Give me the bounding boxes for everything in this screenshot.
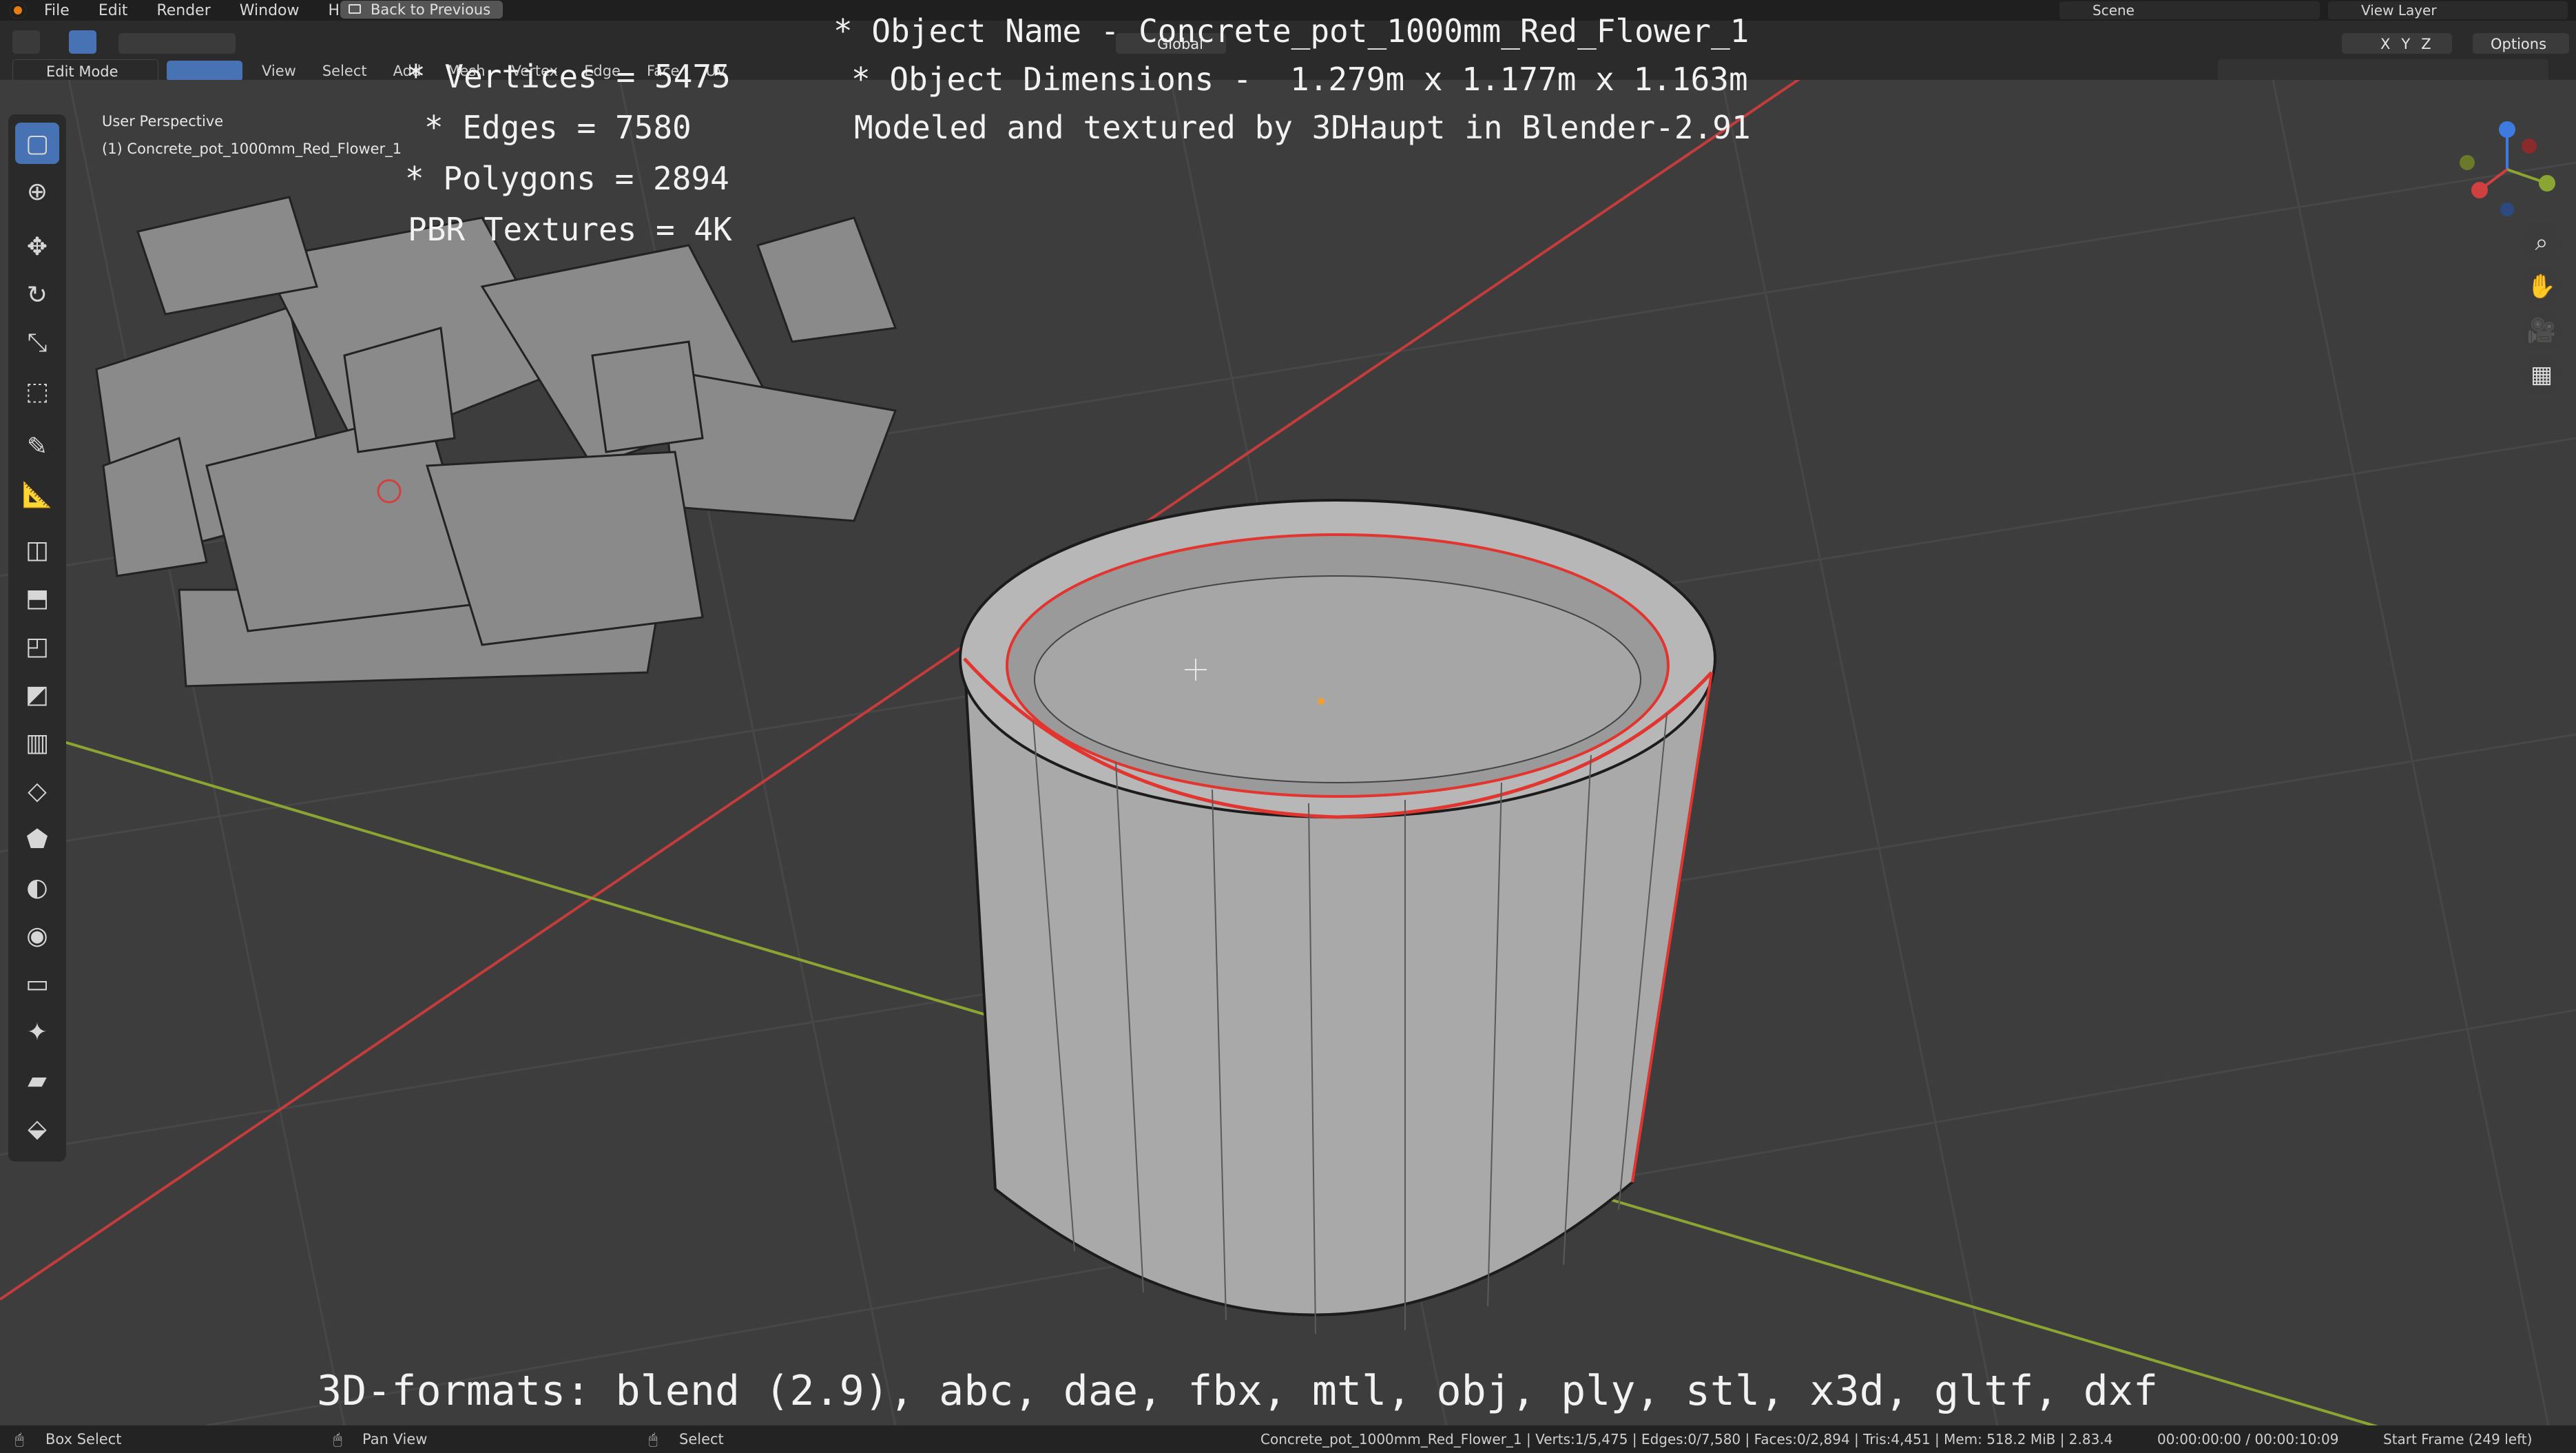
overlay-vertices: * Vertices = 5475	[406, 58, 731, 95]
knife-tool-icon[interactable]: ◇	[15, 770, 59, 812]
inset-tool-icon[interactable]: ◰	[15, 626, 59, 667]
status-select: Select	[679, 1431, 724, 1447]
ortho-grid-icon[interactable]: ▦	[2521, 354, 2562, 395]
navigation-gizmo[interactable]	[2452, 114, 2562, 225]
window-icon	[349, 4, 361, 14]
annotate-tool-icon[interactable]: ✎	[15, 426, 59, 467]
overlay-object-name: * Object Name - Concrete_pot_1000mm_Red_…	[833, 12, 1749, 50]
overlay-formats: 3D-formats: blend (2.9), abc, dae, fbx, …	[317, 1367, 2159, 1415]
overlay-textures: PBR Textures = 4K	[408, 211, 732, 248]
main-menu: File Edit Render Window Help	[44, 0, 392, 21]
shrink-fatten-tool-icon[interactable]: ✦	[15, 1011, 59, 1053]
axis-z-toggle[interactable]: Z	[2421, 36, 2442, 52]
scene-name: Scene	[2092, 2, 2134, 19]
camera-view-icon[interactable]: 🎥	[2521, 310, 2562, 351]
pan-hand-icon[interactable]: ✋	[2521, 266, 2562, 307]
select-tool-icon[interactable]	[69, 30, 96, 54]
spin-tool-icon[interactable]: ◐	[15, 867, 59, 908]
tool-shelf: ▢ ⊕ ✥ ↻ ⤡ ⬚ ✎ 📐 ◫ ⬒ ◰ ◩ ▥ ◇ ⬟ ◐ ◉ ▭ ✦ ▰ …	[8, 114, 66, 1162]
axis-x-toggle[interactable]: X	[2380, 36, 2401, 52]
mouse-right-icon: 🖱	[649, 1431, 658, 1447]
editor-type-icon[interactable]	[12, 30, 40, 54]
axis-y-toggle[interactable]: Y	[2401, 36, 2421, 52]
scale-tool-icon[interactable]: ⤡	[15, 322, 59, 364]
overlay-dimensions: * Object Dimensions - 1.279m x 1.177m x …	[851, 61, 1748, 98]
smooth-tool-icon[interactable]: ◉	[15, 915, 59, 956]
move-tool-icon[interactable]: ✥	[15, 226, 59, 267]
cursor-tool-icon[interactable]: ⊕	[15, 171, 59, 212]
status-scene-stats: Concrete_pot_1000mm_Red_Flower_1 | Verts…	[1260, 1431, 2113, 1447]
select-mode-group[interactable]	[118, 33, 236, 54]
mode-label: Edit Mode	[46, 63, 118, 80]
shear-tool-icon[interactable]: ▰	[15, 1060, 59, 1101]
add-cube-tool-icon[interactable]: ◫	[15, 529, 59, 570]
status-frame: Start Frame (249 left)	[2383, 1431, 2533, 1447]
extrude-tool-icon[interactable]: ⬒	[15, 577, 59, 619]
overlay-polygons: * Polygons = 2894	[405, 160, 729, 197]
back-to-previous-button[interactable]: Back to Previous	[340, 1, 503, 19]
3d-viewport[interactable]: User Perspective (1) Concrete_pot_1000mm…	[0, 80, 2576, 1425]
transform-tool-icon[interactable]: ⬚	[15, 371, 59, 412]
overlay-credits: Modeled and textured by 3DHaupt in Blend…	[854, 109, 1751, 146]
mesh-select-mode[interactable]	[167, 61, 242, 81]
menu-view[interactable]: View	[262, 63, 296, 79]
options-label: Options	[2491, 36, 2547, 52]
status-box-select: Box Select	[45, 1431, 122, 1447]
zoom-icon[interactable]: ⌕	[2521, 222, 2562, 263]
menu-window[interactable]: Window	[240, 2, 300, 19]
selected-vertex[interactable]	[1318, 698, 1325, 705]
view-layer-selector[interactable]: View Layer	[2328, 1, 2568, 19]
mode-dropdown[interactable]: Edit Mode	[12, 59, 158, 83]
select-box-tool-icon[interactable]: ▢	[15, 123, 59, 164]
viewport-scene	[0, 80, 2576, 1425]
menu-render[interactable]: Render	[156, 2, 210, 19]
mouse-middle-icon: 🖱	[333, 1431, 342, 1447]
active-object-label: (1) Concrete_pot_1000mm_Red_Flower_1	[102, 141, 402, 157]
scene-selector[interactable]: Scene	[2059, 1, 2320, 19]
menu-select[interactable]: Select	[322, 63, 367, 79]
concrete-pot-mesh	[959, 499, 1716, 1335]
measure-tool-icon[interactable]: 📐	[15, 474, 59, 515]
view-perspective-label: User Perspective	[102, 113, 224, 130]
status-pan-view: Pan View	[362, 1431, 428, 1447]
rotate-tool-icon[interactable]: ↻	[15, 274, 59, 316]
blender-logo-icon[interactable]	[10, 2, 26, 19]
bevel-tool-icon[interactable]: ◩	[15, 674, 59, 715]
axis-x-label: XYZ	[2380, 36, 2442, 52]
overlay-edges: * Edges = 7580	[424, 109, 692, 146]
edge-slide-tool-icon[interactable]: ▭	[15, 963, 59, 1004]
poly-build-tool-icon[interactable]: ⬟	[15, 818, 59, 860]
viewport-shading-controls[interactable]	[2218, 59, 2548, 83]
menu-file[interactable]: File	[44, 2, 70, 19]
status-bar: 🖱 Box Select 🖱 Pan View 🖱 Select Concret…	[0, 1425, 2576, 1453]
mouse-left-icon: 🖱	[15, 1431, 24, 1447]
loop-cut-tool-icon[interactable]: ▥	[15, 722, 59, 763]
view-layer-name: View Layer	[2361, 2, 2437, 19]
status-timecode: 00:00:00:00 / 00:00:10:09	[2157, 1431, 2339, 1447]
flower-mesh	[95, 196, 897, 688]
rip-region-tool-icon[interactable]: ⬙	[15, 1108, 59, 1149]
menu-edit[interactable]: Edit	[98, 2, 128, 19]
